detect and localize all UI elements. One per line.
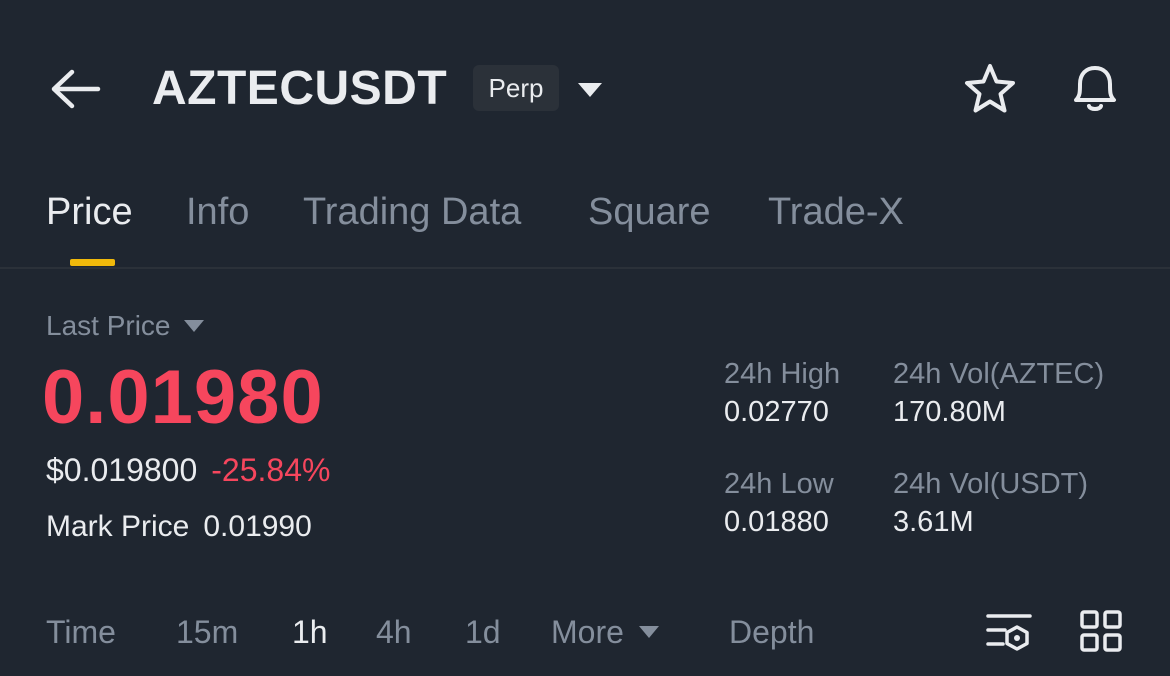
caret-down-icon[interactable] xyxy=(574,78,606,102)
last-price-selector[interactable]: Last Price xyxy=(46,310,205,342)
stat-24h-low: 24h Low 0.01880 xyxy=(724,466,834,542)
market-screen: AZTECUSDT Perp Price Info Trading Data S… xyxy=(0,0,1170,676)
more-label: More xyxy=(551,614,624,650)
grid-layout-icon[interactable] xyxy=(1080,610,1122,652)
tab-trading-data[interactable]: Trading Data xyxy=(303,184,521,240)
interval-time[interactable]: Time xyxy=(46,610,116,654)
interval-1h[interactable]: 1h xyxy=(292,610,328,654)
price-change-percent: -25.84% xyxy=(211,452,331,488)
stat-value: 0.01880 xyxy=(724,506,829,538)
caret-down-icon xyxy=(638,626,659,638)
contract-type-badge: Perp xyxy=(473,65,559,111)
stat-label: 24h Low xyxy=(724,468,834,500)
mark-price-row: Mark Price 0.01990 xyxy=(46,508,312,546)
usd-price: $0.019800 xyxy=(46,452,198,488)
stat-value: 170.80M xyxy=(893,396,1006,428)
stat-24h-vol-quote: 24h Vol(USDT) 3.61M xyxy=(893,466,1088,542)
tab-square[interactable]: Square xyxy=(588,184,711,240)
last-price-value: 0.01980 xyxy=(42,355,324,440)
interval-1d[interactable]: 1d xyxy=(465,610,501,654)
mark-price-label: Mark Price xyxy=(46,510,190,543)
depth-tab[interactable]: Depth xyxy=(729,610,814,654)
stat-label: 24h Vol(AZTEC) xyxy=(893,358,1105,390)
active-tab-indicator xyxy=(70,259,115,266)
usd-price-row: $0.019800 -25.84% xyxy=(46,450,330,490)
stat-value: 0.02770 xyxy=(724,396,829,428)
arrow-left-icon[interactable] xyxy=(48,66,102,112)
stat-24h-vol-base: 24h Vol(AZTEC) 170.80M xyxy=(893,356,1104,432)
star-icon[interactable] xyxy=(962,62,1018,116)
tab-price[interactable]: Price xyxy=(46,184,133,240)
bell-icon[interactable] xyxy=(1066,60,1124,116)
caret-down-icon xyxy=(183,320,204,332)
mark-price-value: 0.01990 xyxy=(203,510,312,543)
interval-4h[interactable]: 4h xyxy=(376,610,412,654)
indicator-settings-icon[interactable] xyxy=(985,610,1033,654)
stat-24h-high: 24h High 0.02770 xyxy=(724,356,840,432)
tab-divider xyxy=(0,267,1170,269)
tab-trade-x[interactable]: Trade-X xyxy=(768,184,904,240)
interval-more-dropdown[interactable]: More xyxy=(551,610,660,654)
tab-info[interactable]: Info xyxy=(186,184,249,240)
symbol-title[interactable]: AZTECUSDT xyxy=(152,60,447,118)
stat-label: 24h Vol(USDT) xyxy=(893,468,1089,500)
stat-value: 3.61M xyxy=(893,506,974,538)
interval-15m[interactable]: 15m xyxy=(176,610,238,654)
last-price-label: Last Price xyxy=(46,310,171,341)
stat-label: 24h High xyxy=(724,358,841,390)
